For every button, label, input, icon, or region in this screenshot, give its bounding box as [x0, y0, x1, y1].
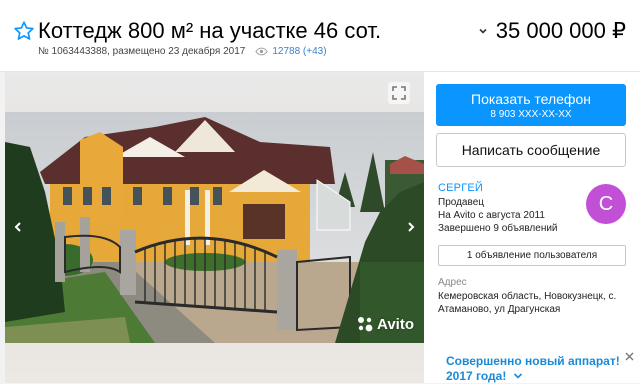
listing-number: № 1063443388, размещено 23 декабря 2017 [38, 46, 246, 57]
photo-gallery[interactable]: Avito [5, 72, 424, 383]
avatar[interactable]: С [586, 184, 626, 224]
seller-name-link[interactable]: СЕРГЕЙ [438, 182, 483, 194]
star-outline-icon[interactable] [13, 20, 35, 42]
listing-price: 35 000 000 ₽ [495, 18, 626, 43]
views-count: 12788 (+43) [272, 46, 327, 57]
avito-logo-icon [358, 317, 373, 332]
expand-icon[interactable] [388, 82, 410, 104]
listing-meta: № 1063443388, размещено 23 декабря 2017 … [38, 46, 327, 57]
listing-title: Коттедж 800 м² на участке 46 сот. [38, 18, 382, 43]
show-phone-label: Показать телефон [471, 91, 591, 107]
seller-completed: Завершено 9 объявлений [438, 223, 558, 234]
close-icon[interactable] [625, 352, 634, 361]
address-value: Кемеровская область, Новокузнецк, с. Ата… [438, 291, 617, 315]
eye-icon [255, 47, 268, 56]
price-block: 35 000 000 ₽ [478, 17, 626, 45]
views-counter: 12788 (+43) [255, 46, 327, 57]
address-label: Адрес [438, 277, 467, 288]
arrow-left-icon[interactable] [11, 220, 25, 234]
listing-header: Коттедж 800 м² на участке 46 сот. 35 000… [0, 0, 640, 72]
seller-since: На Avito с августа 2011 [438, 210, 545, 221]
user-ads-button[interactable]: 1 объявление пользователя [438, 245, 626, 266]
show-phone-button[interactable]: Показать телефон 8 903 XXX-XX-XX [436, 84, 626, 126]
promo-banner[interactable]: Совершенно новый аппарат! 2017 года! [432, 338, 640, 383]
arrow-right-icon[interactable] [404, 220, 418, 234]
avito-watermark: Avito [356, 315, 414, 333]
promo-text: Совершенно новый аппарат! 2017 года! [446, 354, 620, 383]
watermark-text: Avito [377, 315, 414, 333]
chevron-down-icon[interactable] [513, 372, 523, 380]
write-message-button[interactable]: Написать сообщение [436, 133, 626, 167]
seller-role: Продавец [438, 197, 484, 208]
cottage-photo[interactable] [5, 112, 424, 343]
phone-masked: 8 903 XXX-XX-XX [490, 109, 572, 120]
seller-info: Продавец На Avito с августа 2011 Заверше… [438, 196, 558, 235]
seller-sidebar: Показать телефон 8 903 XXX-XX-XX Написат… [424, 72, 640, 383]
promo-text-wrap[interactable]: Совершенно новый аппарат! 2017 года! [446, 354, 626, 384]
chevron-down-icon[interactable] [478, 26, 488, 36]
